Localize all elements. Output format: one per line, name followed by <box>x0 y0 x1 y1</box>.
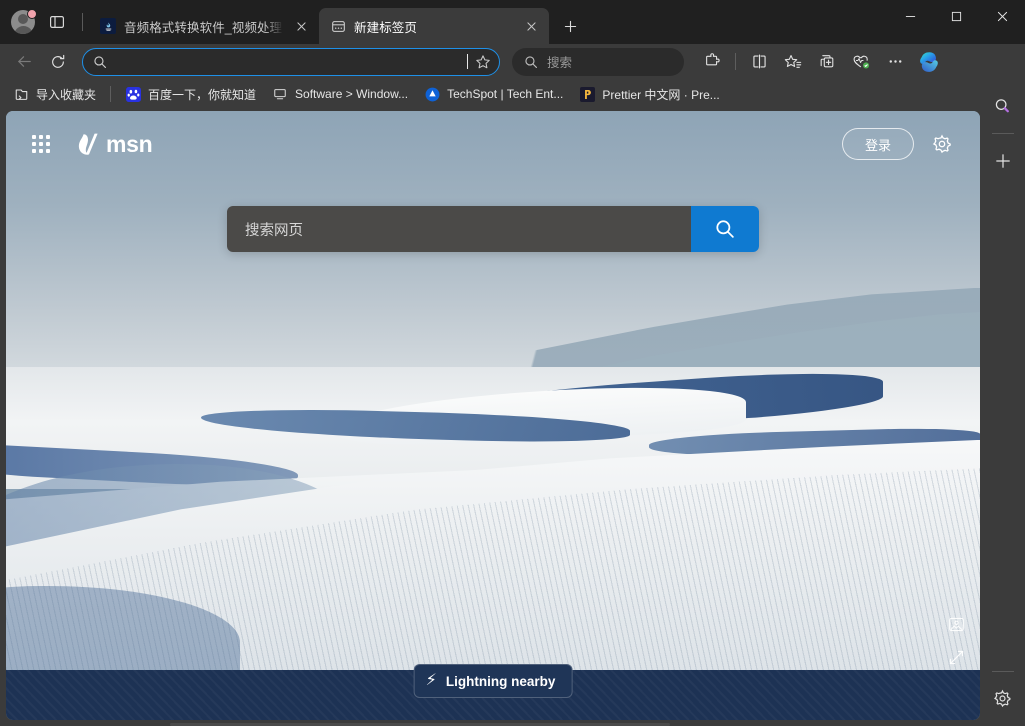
favorites-icon[interactable] <box>777 47 809 77</box>
tab-close-button[interactable] <box>521 16 541 36</box>
copilot-icon[interactable] <box>913 47 945 77</box>
extensions-icon[interactable] <box>696 47 728 77</box>
lightning-nearby-button[interactable]: ⚡ Lightning nearby <box>413 664 573 698</box>
split-screen-icon[interactable] <box>743 47 775 77</box>
bookmark-label: 百度一下，你就知道 <box>148 87 257 102</box>
tab-strip: 音频格式转换软件_视频处理软件_ 新建标签页 <box>89 0 887 44</box>
back-button[interactable] <box>8 47 40 77</box>
browser-tab-1[interactable]: 新建标签页 <box>319 8 549 44</box>
minimize-button[interactable] <box>887 0 933 32</box>
search-icon <box>94 55 106 68</box>
bookmark-item-1[interactable]: Software > Window... <box>265 82 415 106</box>
toolbar-actions <box>696 47 945 77</box>
avatar-notification-badge <box>27 9 37 19</box>
titlebar-left-controls <box>0 0 89 44</box>
page-settings-gear-icon[interactable] <box>926 128 958 160</box>
page-corner-tools <box>946 614 966 667</box>
page-viewport: msn 登录 搜索网页 ⚡ Lightning nearby <box>6 111 980 720</box>
background-image-sand-dunes <box>6 111 980 720</box>
msn-wordmark: msn <box>106 130 153 157</box>
edge-sidebar <box>980 79 1025 726</box>
msn-header: msn 登录 <box>6 111 980 177</box>
image-info-icon[interactable] <box>946 614 966 634</box>
browser-essentials-icon[interactable] <box>845 47 877 77</box>
prettier-icon <box>579 86 595 102</box>
techspot-icon <box>424 86 440 102</box>
text-caret <box>467 54 468 69</box>
bookmarks-bar: 导入收藏夹 百度一下，你就知道 Software > Window... Tec… <box>0 79 1025 109</box>
settings-more-icon[interactable] <box>879 47 911 77</box>
software-icon <box>272 86 288 102</box>
import-favorites-icon <box>13 86 29 102</box>
bookmark-item-3[interactable]: Prettier 中文网 · Pre... <box>572 82 726 106</box>
app-launcher-icon[interactable] <box>32 135 50 153</box>
search-icon <box>525 55 537 68</box>
new-tab-page-icon <box>330 18 346 34</box>
search-icon <box>716 220 734 238</box>
baidu-icon <box>125 86 141 102</box>
bookmark-label: Prettier 中文网 · Pre... <box>602 87 720 102</box>
tab-title: 音频格式转换软件_视频处理软件_ <box>124 20 283 35</box>
msn-logo[interactable]: msn <box>72 130 153 158</box>
tab-actions-menu-icon[interactable] <box>42 7 72 37</box>
browser-toolbar: 搜索 <box>0 44 1025 79</box>
tab-title: 新建标签页 <box>354 20 418 35</box>
audio-converter-icon <box>100 18 116 34</box>
browser-tab-0[interactable]: 音频格式转换软件_视频处理软件_ <box>89 8 319 44</box>
msn-search-input[interactable]: 搜索网页 <box>227 206 691 252</box>
lightning-bolt-icon: ⚡ <box>425 672 437 689</box>
sign-in-button[interactable]: 登录 <box>841 128 914 160</box>
sidebar-settings-icon[interactable] <box>987 682 1019 714</box>
title-bar: 音频格式转换软件_视频处理软件_ 新建标签页 <box>0 0 1025 44</box>
bookmark-label: Software > Window... <box>295 87 409 101</box>
bookmark-item-2[interactable]: TechSpot | Tech Ent... <box>417 82 570 106</box>
sidebar-add-icon[interactable] <box>987 145 1019 177</box>
star-icon[interactable] <box>475 54 491 70</box>
sidebar-bottom-divider <box>991 671 1014 672</box>
toolbar-divider <box>735 53 736 70</box>
maximize-button[interactable] <box>933 0 979 32</box>
bookmark-label: TechSpot | Tech Ent... <box>447 87 564 101</box>
msn-header-right: 登录 <box>841 128 958 160</box>
new-tab-button[interactable] <box>555 11 585 41</box>
tab-close-button[interactable] <box>291 16 311 36</box>
collections-icon[interactable] <box>811 47 843 77</box>
lightning-nearby-label: Lightning nearby <box>445 673 556 689</box>
address-bar[interactable] <box>82 47 500 76</box>
msn-search-box[interactable]: 搜索网页 <box>227 206 759 252</box>
bing-search-placeholder: 搜索 <box>547 56 573 70</box>
refresh-button[interactable] <box>42 47 74 77</box>
bookmark-item-0[interactable]: 百度一下，你就知道 <box>118 82 263 106</box>
profile-avatar[interactable] <box>8 7 38 37</box>
bookmarks-divider <box>110 86 112 102</box>
os-bottom-edge <box>0 720 1025 726</box>
sidebar-search-icon[interactable] <box>987 90 1019 122</box>
import-favorites-label: 导入收藏夹 <box>36 87 97 102</box>
fullscreen-icon[interactable] <box>946 647 966 667</box>
close-button[interactable] <box>979 0 1025 32</box>
window-controls <box>887 0 1025 44</box>
msn-butterfly-icon <box>78 133 98 155</box>
titlebar-divider <box>82 13 83 31</box>
msn-search-button[interactable] <box>691 206 759 252</box>
bing-search-box[interactable]: 搜索 <box>512 47 684 76</box>
import-favorites-button[interactable]: 导入收藏夹 <box>6 82 103 106</box>
sidebar-divider <box>991 133 1014 134</box>
